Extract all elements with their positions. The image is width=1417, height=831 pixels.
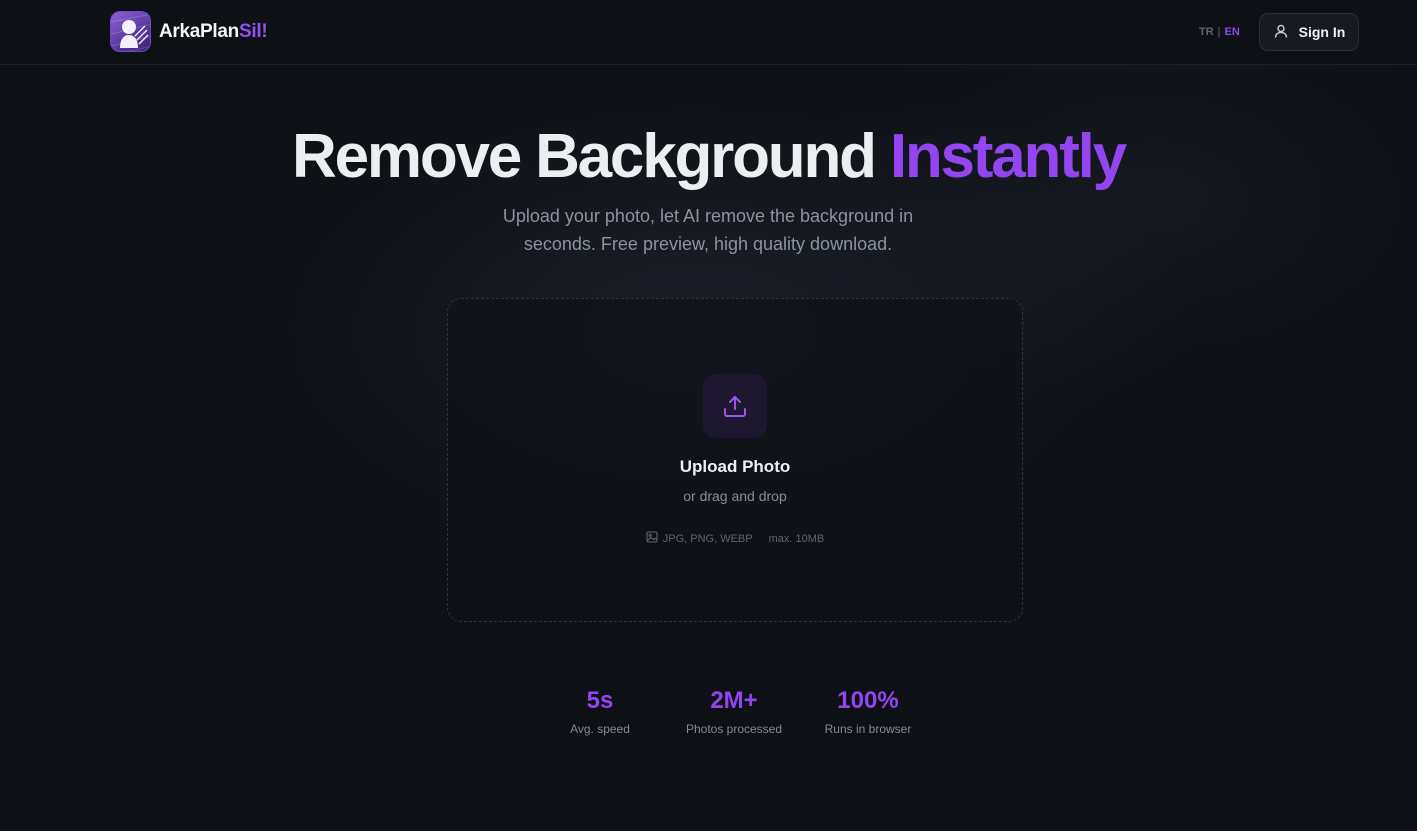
stat-value: 100% <box>837 687 899 714</box>
lang-en-link[interactable]: EN <box>1225 26 1240 38</box>
hero-title-accent: Instantly <box>889 122 1127 191</box>
brand-name-main: ArkaPlan <box>159 20 239 42</box>
upload-formats-text: JPG, PNG, WEBP <box>662 532 753 545</box>
hero-subtitle-line1: Upload your photo, let AI remove the bac… <box>502 206 914 226</box>
stat-label: Runs in browser <box>824 722 912 736</box>
stat-value: 2M+ <box>710 687 758 714</box>
stat-label: Avg. speed <box>570 722 630 736</box>
upload-meta: JPG, PNG, WEBP max. 10MB <box>448 531 1022 546</box>
image-icon <box>646 531 658 546</box>
language-switcher: TR | EN <box>1199 26 1240 38</box>
stat-value: 5s <box>586 687 614 714</box>
hero-title: Remove Background Instantly <box>0 120 1417 194</box>
upload-icon <box>703 374 767 438</box>
stat-browser: 100% Runs in browser <box>814 686 922 736</box>
lang-separator: | <box>1217 26 1221 38</box>
brand-name-accent: Sil! <box>238 20 268 42</box>
hero-subtitle: Upload your photo, let AI remove the bac… <box>458 202 958 258</box>
stat-label: Photos processed <box>685 722 783 736</box>
upload-title: Upload Photo <box>679 457 791 476</box>
top-navbar: ArkaPlanSil! TR | EN Sign In <box>0 0 1417 65</box>
brand-logo-link[interactable]: ArkaPlanSil! <box>110 11 268 52</box>
sign-in-label: Sign In <box>1298 24 1346 40</box>
sign-in-button[interactable]: Sign In <box>1259 13 1359 51</box>
hero-subtitle-line2: seconds. Free preview, high quality down… <box>523 234 893 254</box>
user-icon <box>1273 23 1289 42</box>
upload-subtitle: or drag and drop <box>683 488 787 504</box>
upload-dropzone[interactable]: Upload Photo or drag and drop JPG, PNG, … <box>447 298 1023 622</box>
stat-photos: 2M+ Photos processed <box>674 686 794 736</box>
upload-max-size: max. 10MB <box>768 532 825 545</box>
stat-speed: 5s Avg. speed <box>560 686 640 736</box>
upload-formats: JPG, PNG, WEBP <box>646 531 753 546</box>
hero-title-main: Remove Background <box>292 122 877 191</box>
brand-name: ArkaPlanSil! <box>159 20 268 43</box>
brand-logo-icon <box>110 11 151 52</box>
lang-tr-link[interactable]: TR <box>1199 26 1214 38</box>
